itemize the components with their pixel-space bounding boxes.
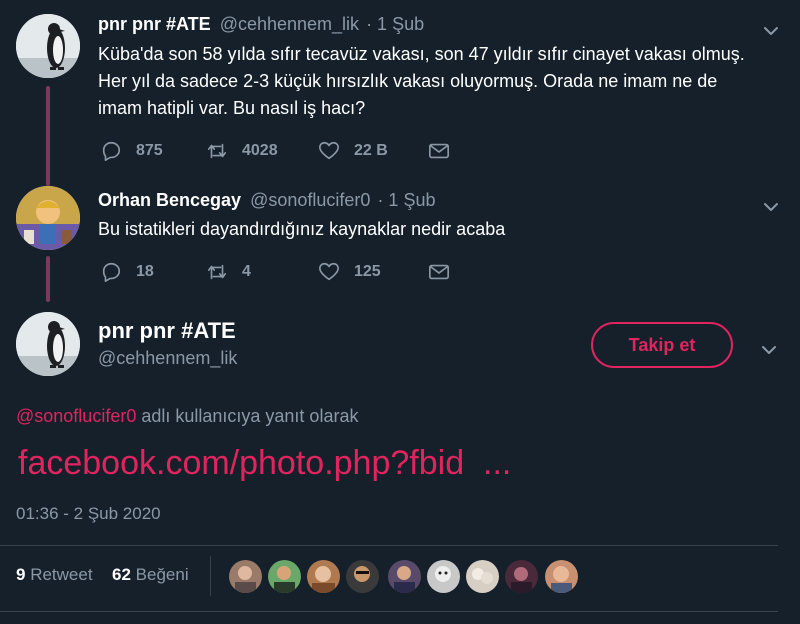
retweet-icon bbox=[207, 143, 227, 159]
divider bbox=[0, 611, 778, 612]
liker-avatar[interactable] bbox=[307, 560, 340, 593]
display-name[interactable]: Orhan Bencegay bbox=[98, 190, 241, 210]
tweet-timestamp[interactable]: 01:36 - 2 Şub 2020 bbox=[16, 504, 161, 524]
reply-icon bbox=[102, 141, 121, 161]
reply-action[interactable]: 18 bbox=[100, 261, 154, 283]
like-action[interactable]: 22 B bbox=[318, 140, 388, 162]
like-icon bbox=[319, 262, 339, 281]
retweet-count: 4028 bbox=[242, 142, 278, 159]
dm-action[interactable] bbox=[428, 140, 450, 162]
thread-line bbox=[46, 86, 50, 186]
dm-action[interactable] bbox=[428, 261, 450, 283]
stats-separator bbox=[210, 556, 211, 596]
tweet-text-line: imam hatipli var. Bu nasıl iş hacı? bbox=[98, 98, 366, 118]
penguin-avatar-image bbox=[16, 14, 80, 78]
follow-button[interactable]: Takip et bbox=[591, 322, 733, 368]
reply-to-mention[interactable]: @sonoflucifer0 bbox=[16, 406, 136, 426]
cartoon-avatar-image bbox=[16, 186, 80, 250]
liker-avatar[interactable] bbox=[229, 560, 262, 593]
retweet-icon bbox=[207, 264, 227, 280]
reply-to-text: adlı kullanıcıya yanıt olarak bbox=[136, 406, 359, 426]
tweet-text-line: Her yıl da sadece 2-3 küçük hırsızlık va… bbox=[98, 71, 718, 91]
chevron-down-icon[interactable] bbox=[762, 198, 780, 216]
divider bbox=[0, 545, 778, 546]
dm-icon bbox=[429, 264, 449, 280]
user-handle[interactable]: @sonoflucifer0 bbox=[250, 190, 370, 210]
liker-avatar[interactable] bbox=[505, 560, 538, 593]
liker-avatar[interactable] bbox=[268, 560, 301, 593]
thread-line bbox=[46, 256, 50, 302]
avatar[interactable] bbox=[16, 14, 80, 78]
retweet-action[interactable]: 4 bbox=[206, 261, 251, 283]
like-stat-count: 62 bbox=[112, 565, 131, 584]
tweet-text: Küba'da son 58 yılda sıfır tecavüz vakas… bbox=[98, 41, 788, 122]
reply-count: 875 bbox=[136, 142, 163, 159]
tweet-text: Bu istatikleri dayandırdığınız kaynaklar… bbox=[98, 219, 506, 239]
retweet-stat-count: 9 bbox=[16, 565, 26, 584]
tweet-text-line: Küba'da son 58 yılda sıfır tecavüz vakas… bbox=[98, 44, 745, 64]
like-icon bbox=[319, 141, 339, 160]
display-name[interactable]: pnr pnr #ATE bbox=[98, 318, 236, 344]
tweet-link[interactable]: facebook.com/photo.php?fbid ... bbox=[18, 444, 511, 483]
like-stat-label: Beğeni bbox=[135, 565, 189, 584]
like-count: 125 bbox=[354, 263, 381, 280]
reply-context: @sonoflucifer0 adlı kullanıcıya yanıt ol… bbox=[16, 406, 358, 427]
like-count: 22 B bbox=[354, 142, 388, 159]
avatar[interactable] bbox=[16, 186, 80, 250]
dm-icon bbox=[429, 143, 449, 159]
penguin-avatar-image bbox=[16, 312, 80, 376]
liker-avatar[interactable] bbox=[545, 560, 578, 593]
chevron-down-icon[interactable] bbox=[760, 341, 778, 359]
liker-avatar[interactable] bbox=[388, 560, 421, 593]
like-stat[interactable]: 62 Beğeni bbox=[112, 565, 189, 585]
liker-avatar[interactable] bbox=[427, 560, 460, 593]
user-handle[interactable]: @cehhennem_lik bbox=[98, 348, 237, 369]
like-action[interactable]: 125 bbox=[318, 261, 381, 283]
retweet-action[interactable]: 4028 bbox=[206, 140, 278, 162]
reply-action[interactable]: 875 bbox=[100, 140, 163, 162]
display-name[interactable]: pnr pnr #ATE bbox=[98, 14, 211, 34]
liker-avatar[interactable] bbox=[466, 560, 499, 593]
liker-avatar[interactable] bbox=[346, 560, 379, 593]
tweet-time[interactable]: · 1 Şub bbox=[366, 14, 424, 34]
avatar[interactable] bbox=[16, 312, 80, 376]
tweet-time[interactable]: · 1 Şub bbox=[377, 190, 435, 210]
chevron-down-icon[interactable] bbox=[762, 22, 780, 40]
retweet-count: 4 bbox=[242, 263, 251, 280]
user-handle[interactable]: @cehhennem_lik bbox=[220, 14, 359, 34]
reply-count: 18 bbox=[136, 263, 154, 280]
retweet-stat-label: Retweet bbox=[30, 565, 93, 584]
reply-icon bbox=[102, 262, 121, 282]
retweet-stat[interactable]: 9 Retweet bbox=[16, 565, 93, 585]
